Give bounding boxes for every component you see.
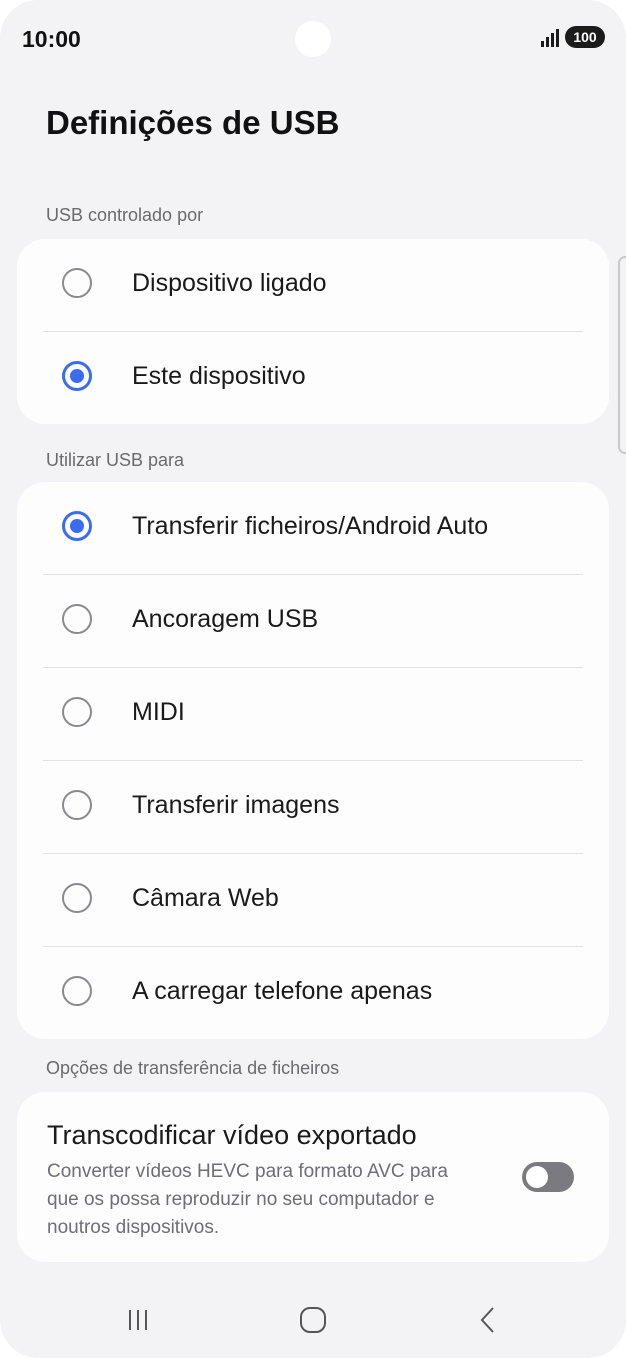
option-dispositivo-ligado[interactable]: Dispositivo ligado bbox=[43, 239, 583, 332]
home-icon bbox=[300, 1307, 326, 1333]
option-label: MIDI bbox=[132, 698, 185, 726]
page-title: Definições de USB bbox=[46, 104, 340, 141]
home-button[interactable] bbox=[283, 1300, 343, 1340]
transcode-description: Converter vídeos HEVC para formato AVC p… bbox=[47, 1161, 448, 1238]
option-transferir-imagens[interactable]: Transferir imagens bbox=[43, 761, 583, 854]
back-icon bbox=[480, 1307, 494, 1333]
option-este-dispositivo[interactable]: Este dispositivo bbox=[43, 332, 583, 424]
option-label: Câmara Web bbox=[132, 884, 279, 912]
recents-button[interactable] bbox=[108, 1300, 168, 1340]
option-label: Transferir ficheiros/Android Auto bbox=[132, 512, 489, 540]
option-transferir-ficheiros[interactable]: Transferir ficheiros/Android Auto bbox=[43, 482, 583, 575]
section-header-use-usb-for: Utilizar USB para bbox=[46, 450, 185, 470]
navigation-bar bbox=[0, 1284, 626, 1358]
toggle-knob bbox=[526, 1166, 548, 1188]
radio-button-selected[interactable] bbox=[62, 511, 92, 541]
radio-button[interactable] bbox=[62, 976, 92, 1006]
radio-button-selected[interactable] bbox=[62, 361, 92, 391]
use-usb-for-card: Transferir ficheiros/Android Auto Ancora… bbox=[17, 482, 609, 1039]
option-label: Transferir imagens bbox=[132, 791, 340, 819]
option-carregar-apenas[interactable]: A carregar telefone apenas bbox=[43, 947, 583, 1039]
status-bar: 10:00 100 bbox=[0, 0, 626, 78]
section-header-controlled-by: USB controlado por bbox=[46, 205, 204, 225]
option-label: Dispositivo ligado bbox=[132, 269, 327, 297]
radio-button[interactable] bbox=[62, 790, 92, 820]
option-label: A carregar telefone apenas bbox=[132, 977, 433, 1005]
camera-cutout bbox=[295, 21, 331, 57]
battery-badge: 100 bbox=[565, 26, 605, 48]
option-label: Ancoragem USB bbox=[132, 605, 319, 633]
option-camara-web[interactable]: Câmara Web bbox=[43, 854, 583, 947]
transcode-title: Transcodificar vídeo exportado bbox=[47, 1120, 417, 1150]
signal-icon bbox=[541, 29, 559, 47]
option-label: Este dispositivo bbox=[132, 362, 306, 390]
phone-screen: 10:00 100 Definições de USB USB controla… bbox=[0, 0, 626, 1358]
controlled-by-card: Dispositivo ligado Este dispositivo bbox=[17, 239, 609, 424]
option-ancoragem-usb[interactable]: Ancoragem USB bbox=[43, 575, 583, 668]
radio-button[interactable] bbox=[62, 268, 92, 298]
radio-button[interactable] bbox=[62, 697, 92, 727]
radio-button[interactable] bbox=[62, 604, 92, 634]
scrollbar[interactable] bbox=[618, 256, 626, 454]
section-header-file-transfer: Opções de transferência de ficheiros bbox=[46, 1058, 340, 1078]
transcode-toggle[interactable] bbox=[522, 1162, 574, 1192]
radio-button[interactable] bbox=[62, 883, 92, 913]
status-time: 10:00 bbox=[22, 26, 81, 52]
transcode-card[interactable]: Transcodificar vídeo exportado Converter… bbox=[17, 1092, 609, 1262]
option-midi[interactable]: MIDI bbox=[43, 668, 583, 761]
back-button[interactable] bbox=[458, 1300, 518, 1340]
recents-icon bbox=[129, 1310, 147, 1330]
